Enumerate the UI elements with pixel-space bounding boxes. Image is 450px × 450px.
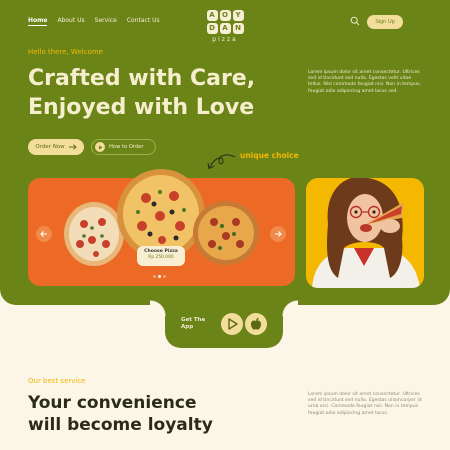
app-tab-corner-right (282, 300, 298, 316)
logo-letter: A (206, 10, 218, 21)
order-now-label: Order Now (35, 144, 65, 150)
carousel-dot[interactable] (153, 275, 156, 278)
welcome-text: Hello there, Welcome (28, 48, 103, 56)
logo-letter: A (219, 23, 231, 34)
choose-pizza-title: Choose Pizza (144, 249, 178, 254)
service-headline: Your convenience will become loyalty (28, 392, 213, 436)
nav-about[interactable]: About Us (57, 17, 84, 26)
sign-up-button[interactable]: Sign Up (367, 15, 403, 29)
logo-letter: Y (232, 10, 244, 21)
get-app-line: Get The (181, 317, 206, 323)
unique-choice-text: unique choice (240, 151, 299, 160)
hero-headline-line: Enjoyed with Love (28, 95, 255, 120)
carousel-dots (153, 275, 166, 278)
service-eyebrow: Our best service (28, 377, 86, 385)
app-tab-corner-left (150, 300, 166, 316)
logo-letter: N (232, 23, 244, 34)
customer-photo (306, 178, 424, 288)
choose-pizza-card[interactable]: Choose Pizza Rp 250.000 (137, 246, 185, 266)
logo-subtitle: pizza (212, 36, 238, 43)
search-icon[interactable] (350, 16, 360, 26)
logo-letter: D (206, 23, 218, 34)
nav-service[interactable]: Service (95, 17, 117, 26)
woman-eating-pizza-image (312, 178, 420, 288)
carousel-dot-active[interactable] (158, 275, 161, 278)
arrow-right-icon (68, 144, 77, 150)
arrow-left-icon (40, 231, 47, 237)
service-description: Lorem ipsum dolor sit amet consectetur. … (308, 392, 422, 416)
play-store-icon (228, 318, 238, 330)
service-headline-line: Your convenience (28, 393, 197, 413)
brand-logo[interactable]: A O Y D A N pizza (200, 10, 250, 48)
main-nav: Home About Us Service Contact Us (28, 17, 160, 26)
choose-pizza-price: Rp 250.000 (148, 255, 174, 260)
apple-icon (250, 317, 262, 330)
nav-home[interactable]: Home (28, 17, 48, 26)
carousel-dot[interactable] (163, 275, 166, 278)
pizza-image-right (193, 201, 259, 265)
hero-description: Lorem ipsum dolor sit amet consectetur. … (308, 70, 421, 94)
hero-headline-line: Crafted with Care, (28, 66, 256, 91)
get-app-line: App (181, 324, 194, 330)
carousel-prev-button[interactable] (36, 226, 52, 242)
play-store-button[interactable] (221, 313, 243, 335)
curly-arrow-icon (207, 154, 236, 170)
how-to-order-button[interactable]: How to Order (91, 139, 156, 155)
arrow-right-icon (275, 231, 282, 237)
get-app-label: Get The App (181, 317, 205, 331)
service-headline-line: will become loyalty (28, 415, 213, 435)
order-now-button[interactable]: Order Now (28, 139, 84, 155)
hero-headline: Crafted with Care, Enjoyed with Love (28, 64, 255, 122)
how-to-order-label: How to Order (109, 144, 144, 150)
app-store-button[interactable] (245, 313, 267, 335)
play-icon (95, 142, 105, 152)
carousel-next-button[interactable] (270, 226, 286, 242)
logo-letter: O (219, 10, 231, 21)
nav-contact[interactable]: Contact Us (127, 17, 160, 26)
